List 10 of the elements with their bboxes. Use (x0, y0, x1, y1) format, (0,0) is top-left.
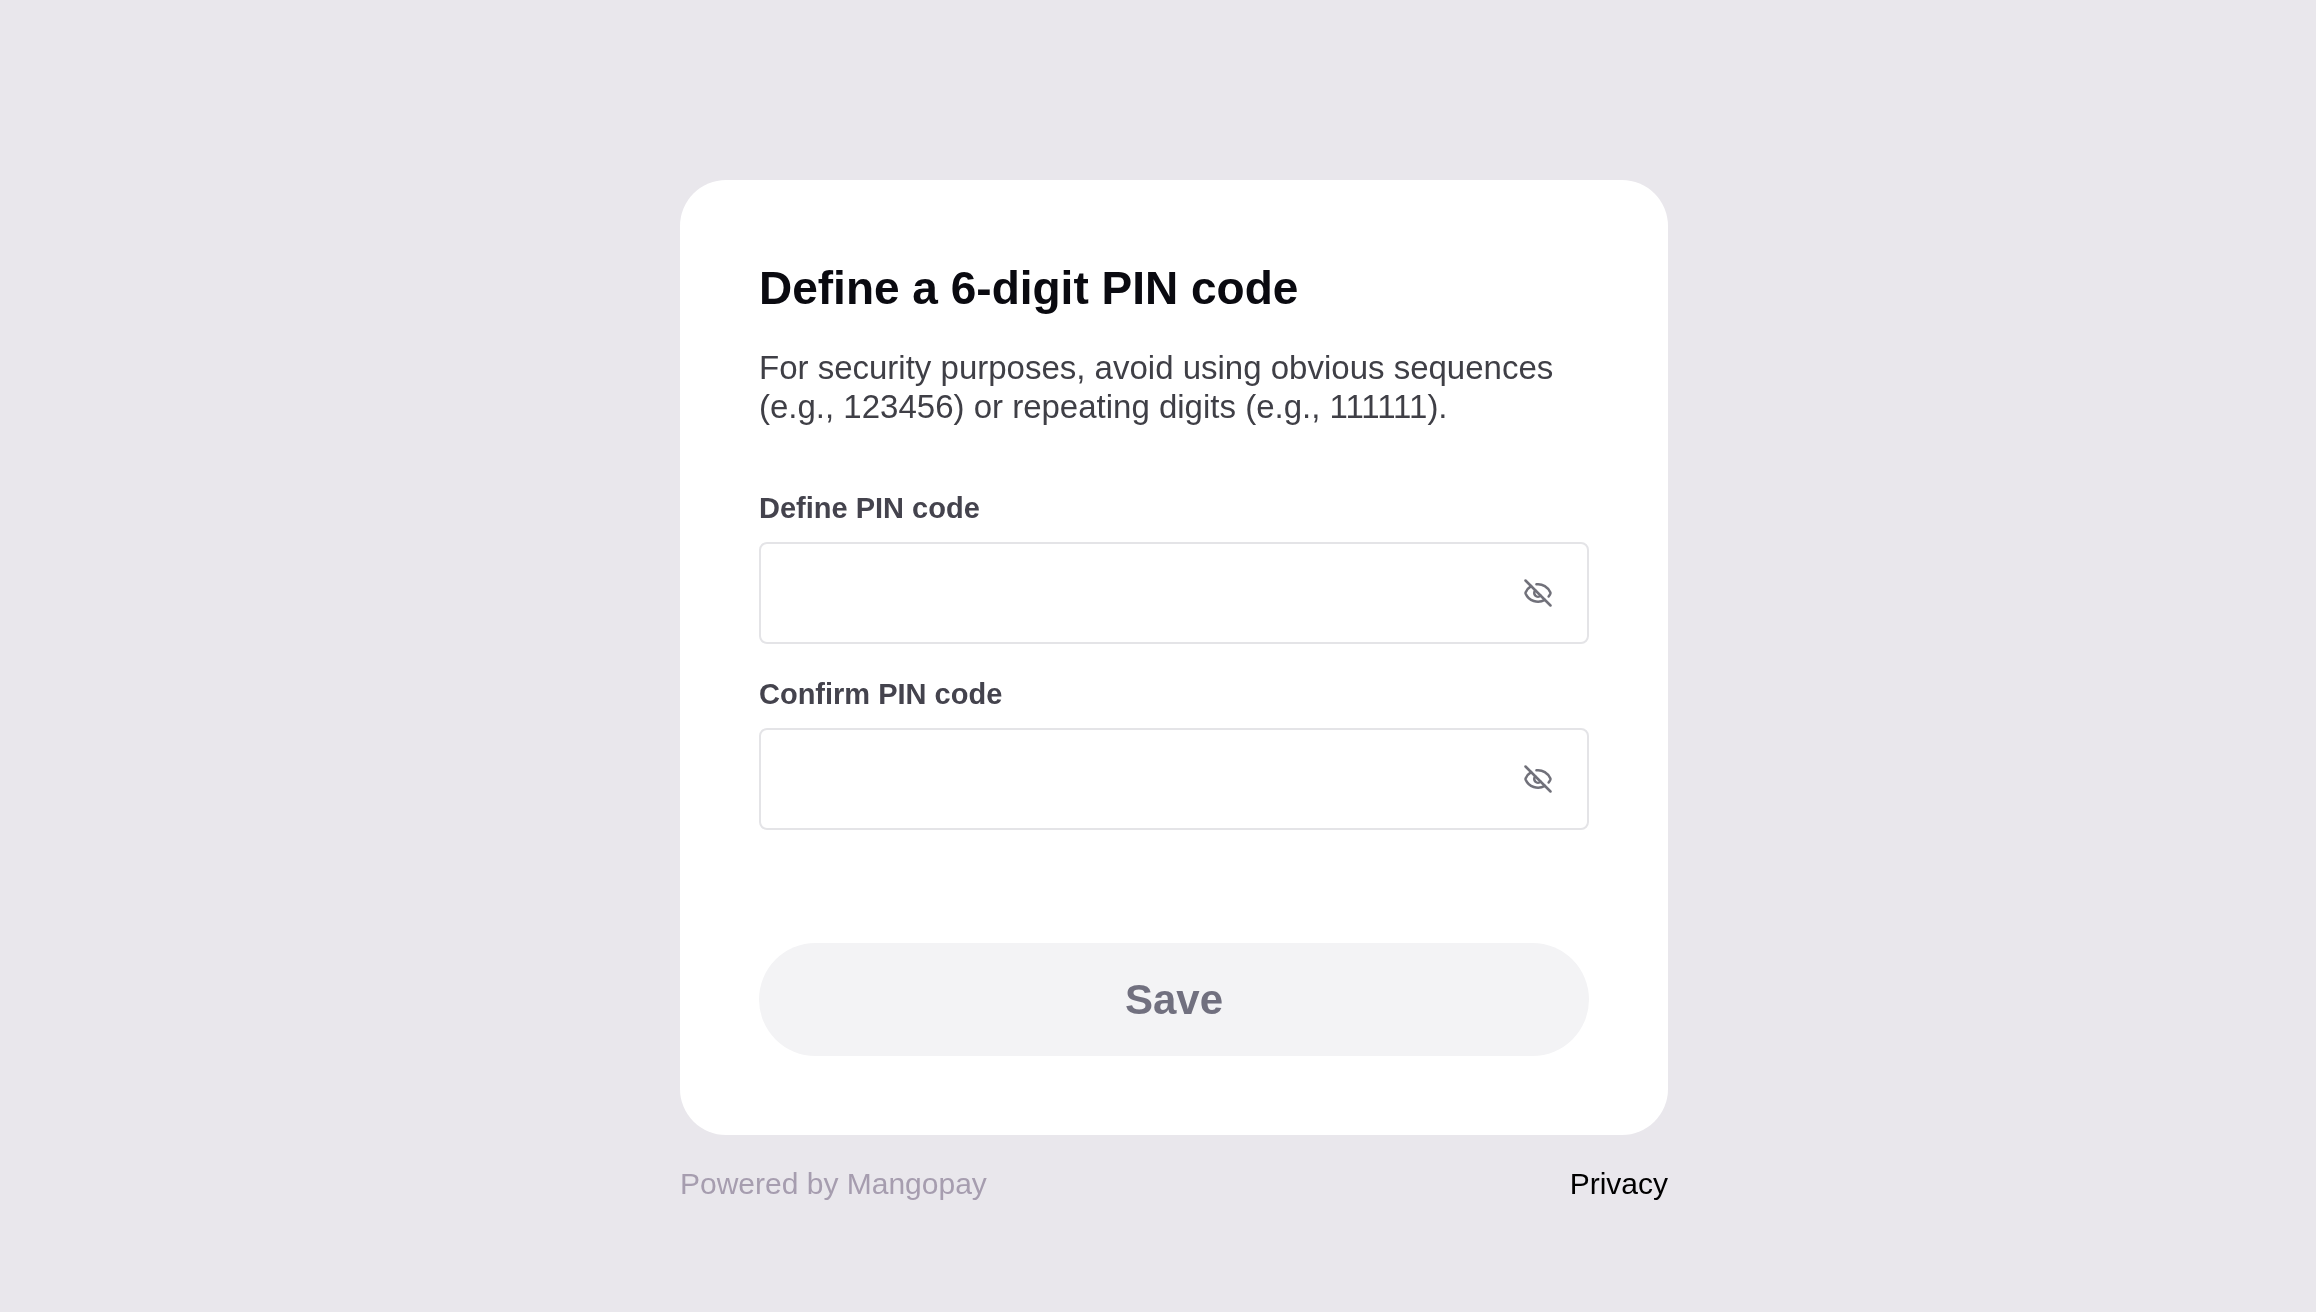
eye-slash-icon[interactable] (1523, 578, 1553, 608)
pin-input-field[interactable] (759, 728, 1589, 830)
field-label: Confirm PIN code (759, 677, 1004, 712)
privacy-link[interactable]: Privacy (1569, 1166, 1668, 1202)
pin-input-field[interactable] (759, 542, 1589, 644)
field-label: Define PIN code (759, 491, 981, 526)
powered-by-text: Powered by Mangopay (680, 1166, 987, 1202)
card-title: Define a 6-digit PIN code (759, 261, 1300, 316)
description-text: For security purposes, avoid using obvious sequences (e.g., 123456) or repeating digits (e.g., 111111). (759, 348, 1555, 426)
eye-slash-icon[interactable] (1523, 764, 1553, 794)
